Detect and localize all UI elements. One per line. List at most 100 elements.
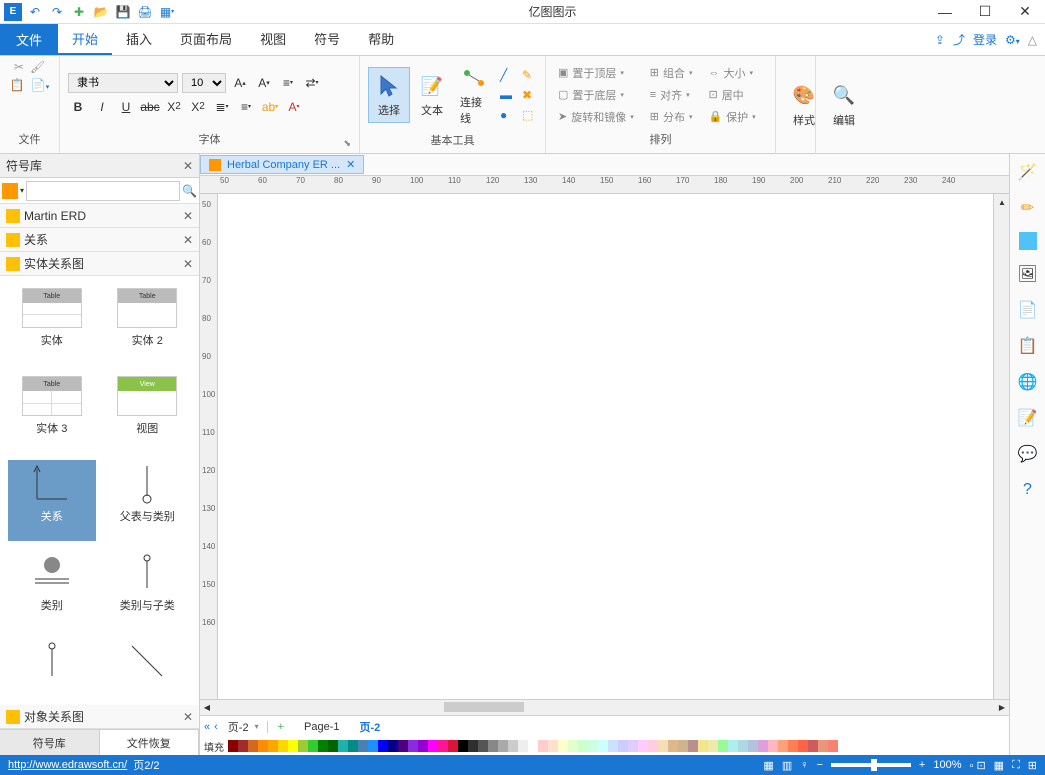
decrease-font-icon[interactable]: A▾ <box>254 73 274 93</box>
select-tool[interactable]: 选择 <box>368 67 410 123</box>
anchor-tool-icon[interactable]: ✖ <box>522 88 533 102</box>
login-link[interactable]: 登录 <box>973 31 997 48</box>
protect-button[interactable]: 🔒保护▾ <box>704 107 759 127</box>
font-size-select[interactable]: 10 <box>182 73 226 93</box>
page-prev-icon[interactable]: ‹ <box>214 721 218 733</box>
paste-icon[interactable]: 📄▾ <box>31 78 49 92</box>
close-button[interactable]: ✕ <box>1005 0 1045 24</box>
line-tool-icon[interactable]: ╱ <box>500 68 512 82</box>
superscript-button[interactable]: X2 <box>188 97 208 117</box>
color-swatch[interactable] <box>668 740 678 752</box>
font-color-icon[interactable]: A▾ <box>284 97 304 117</box>
save-icon[interactable]: 💾 <box>114 3 132 21</box>
color-swatch[interactable] <box>538 740 548 752</box>
shape-entity[interactable]: Table 实体 <box>8 284 96 364</box>
copy-icon[interactable]: 📋 <box>10 78 25 92</box>
color-swatch[interactable] <box>818 740 828 752</box>
scrollbar-horizontal[interactable]: ◀ ▶ <box>200 699 1009 715</box>
collapse-ribbon-icon[interactable]: △ <box>1028 33 1037 47</box>
tab-help[interactable]: 帮助 <box>354 24 408 55</box>
edit-tool[interactable]: 🔍 编辑 <box>824 78 864 132</box>
color-swatch[interactable] <box>598 740 608 752</box>
color-swatch[interactable] <box>688 740 698 752</box>
pen-tool-icon[interactable]: ✎ <box>522 68 533 82</box>
color-swatch[interactable] <box>308 740 318 752</box>
link-icon[interactable]: ⤴ <box>953 31 965 48</box>
shape-cat-sub[interactable]: 类别与子类 <box>104 549 192 629</box>
center-button[interactable]: ⊡居中 <box>704 85 759 105</box>
color-swatch[interactable] <box>378 740 388 752</box>
print-icon[interactable]: 🖨 <box>136 3 154 21</box>
color-swatch[interactable] <box>408 740 418 752</box>
comment-icon[interactable]: 💬 <box>1016 442 1040 466</box>
number-list-icon[interactable]: ≡▾ <box>236 97 256 117</box>
shape-entity2[interactable]: Table 实体 2 <box>104 284 192 364</box>
color-swatch[interactable] <box>258 740 268 752</box>
tab-start[interactable]: 开始 <box>58 24 112 55</box>
color-swatch[interactable] <box>728 740 738 752</box>
distribute-button[interactable]: ⊞分布▾ <box>646 107 697 127</box>
help-icon[interactable]: ? <box>1016 478 1040 502</box>
view-mode-1-icon[interactable]: ▦ <box>763 759 773 772</box>
color-swatch[interactable] <box>448 740 458 752</box>
note-icon[interactable]: 📄 <box>1016 298 1040 322</box>
symbol-search-input[interactable] <box>26 181 180 201</box>
wand-icon[interactable]: 🪄 <box>1016 160 1040 184</box>
color-swatch[interactable] <box>568 740 578 752</box>
settings-icon[interactable]: ⚙▾ <box>1005 33 1020 47</box>
image-icon[interactable]: 🖼 <box>1016 262 1040 286</box>
color-swatch[interactable] <box>738 740 748 752</box>
undo-icon[interactable]: ↶ <box>26 3 44 21</box>
font-name-select[interactable]: 隶书 <box>68 73 178 93</box>
page-first-icon[interactable]: « <box>204 721 210 733</box>
pencil-icon[interactable]: ✏ <box>1016 196 1040 220</box>
color-swatch[interactable] <box>468 740 478 752</box>
color-swatch[interactable] <box>828 740 838 752</box>
section-relation[interactable]: 关系✕ <box>0 228 199 252</box>
shape-relation[interactable]: 关系 <box>8 460 96 540</box>
color-swatch[interactable] <box>348 740 358 752</box>
color-swatch[interactable] <box>528 740 538 752</box>
color-swatch[interactable] <box>708 740 718 752</box>
color-swatch[interactable] <box>768 740 778 752</box>
redo-icon[interactable]: ↷ <box>48 3 66 21</box>
square-icon[interactable] <box>1019 232 1037 250</box>
color-swatch[interactable] <box>718 740 728 752</box>
close-panel-icon[interactable]: ✕ <box>183 159 193 173</box>
tab-layout[interactable]: 页面布局 <box>166 24 246 55</box>
tab-view[interactable]: 视图 <box>246 24 300 55</box>
doc-icon[interactable]: 📋 <box>1016 334 1040 358</box>
color-swatch[interactable] <box>698 740 708 752</box>
color-swatch[interactable] <box>248 740 258 752</box>
color-swatch[interactable] <box>488 740 498 752</box>
cut-icon[interactable]: ✂ <box>14 60 24 74</box>
highlight-icon[interactable]: ab▾ <box>260 97 280 117</box>
zoom-out-icon[interactable]: − <box>816 759 822 771</box>
color-swatch[interactable] <box>418 740 428 752</box>
new-icon[interactable]: ✚ <box>70 3 88 21</box>
send-back-button[interactable]: ▢置于底层▾ <box>554 85 638 105</box>
color-swatch[interactable] <box>268 740 278 752</box>
tab-insert[interactable]: 插入 <box>112 24 166 55</box>
section-erd[interactable]: 实体关系图✕ <box>0 252 199 276</box>
subscript-button[interactable]: X2 <box>164 97 184 117</box>
color-swatch[interactable] <box>778 740 788 752</box>
group-button[interactable]: ⊞组合▾ <box>646 63 697 83</box>
color-swatch[interactable] <box>368 740 378 752</box>
scrollbar-vertical[interactable]: ▲ <box>993 194 1009 699</box>
maximize-button[interactable]: ☐ <box>965 0 1005 24</box>
connector-tool[interactable]: 连接线 <box>454 60 494 130</box>
color-swatch[interactable] <box>578 740 588 752</box>
increase-font-icon[interactable]: A▴ <box>230 73 250 93</box>
lib-icon[interactable] <box>2 183 18 199</box>
color-swatch[interactable] <box>458 740 468 752</box>
color-swatch[interactable] <box>638 740 648 752</box>
edit-icon[interactable]: 📝 <box>1016 406 1040 430</box>
color-swatch[interactable] <box>238 740 248 752</box>
view-mode-3-icon[interactable]: ♀ <box>800 759 808 771</box>
color-swatch[interactable] <box>478 740 488 752</box>
color-swatch[interactable] <box>648 740 658 752</box>
color-swatch[interactable] <box>278 740 288 752</box>
color-swatch[interactable] <box>498 740 508 752</box>
color-swatch[interactable] <box>628 740 638 752</box>
